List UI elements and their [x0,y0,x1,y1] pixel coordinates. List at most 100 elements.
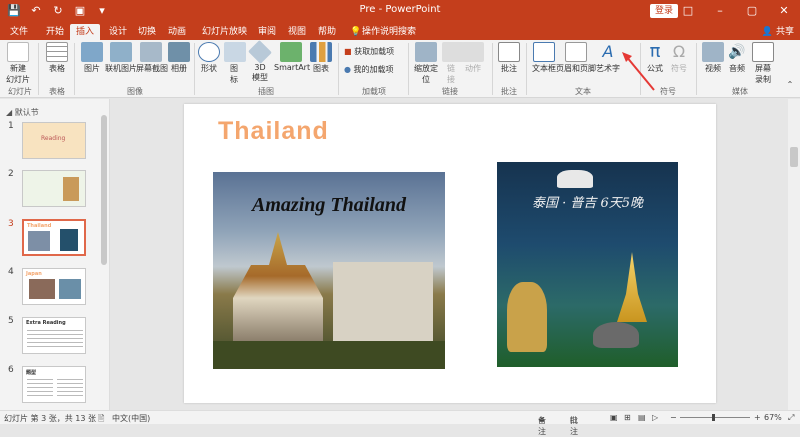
picture-button[interactable]: 图片 [80,42,104,74]
tab-slideshow[interactable]: 幻灯片放映 [196,24,253,40]
language-status[interactable]: 中文(中国) [112,413,150,424]
thumb-text-lines [27,377,53,399]
zoom-out-icon[interactable]: − [670,413,677,422]
smartart-icon [280,42,302,62]
symbol-button[interactable]: Ω 符号 [668,42,690,74]
slide-thumbnail-4[interactable]: Japan [22,268,86,305]
slide-counter: 幻灯片 第 3 张，共 13 张 [4,414,96,423]
zoom-in-icon[interactable]: + [754,413,761,422]
tab-home[interactable]: 开始 [40,24,70,40]
person-icon: 👤 [761,27,776,37]
smartart-button[interactable]: SmartArt [274,42,310,72]
table-button[interactable]: 表格 [44,42,70,74]
separator [526,43,527,95]
comment-button[interactable]: 批注 [498,42,520,74]
tab-help[interactable]: 帮助 [312,24,342,40]
textbox-button[interactable]: 文本框 [530,42,558,74]
slide-thumbnail-3[interactable]: Thailand [22,219,86,256]
slide-scrollbar[interactable] [788,99,800,410]
textbox-icon [533,42,555,62]
shapes-button[interactable]: 形状 [198,42,220,74]
get-addins-button[interactable]: ■ 获取加载项 [344,46,394,57]
normal-view-icon[interactable]: ▣ [610,413,618,422]
wordart-icon: A [602,42,614,61]
tab-animations[interactable]: 动画 [162,24,192,40]
separator [338,43,339,95]
tab-transitions[interactable]: 切换 [132,24,162,40]
link-icon [442,42,464,62]
slide-thumbnail-5[interactable]: Extra Reading [22,317,86,354]
video-icon [702,42,724,62]
poster-caption: 泰国 · 普吉 6天5晚 [531,196,644,211]
zoom-button[interactable]: 缩放定 位 [412,42,440,85]
zoom-level[interactable]: 67% [764,413,782,422]
group-label-illustrations: 插图 [258,87,274,96]
reading-view-icon[interactable]: ▤ [638,413,646,422]
wordart-button[interactable]: A 艺术字 [596,42,620,74]
chart-button[interactable]: 图表 [310,42,332,74]
chart-icon [310,42,332,62]
screen-recording-icon [752,42,774,62]
thumb-number: 3 [8,219,14,229]
ribbon: 新建 幻灯片 表格 图片 联机图片 屏幕截图 相册 形状 图 标 3D 模型 S… [0,40,800,98]
image-caption: Amazing Thailand [252,194,406,216]
slide-title[interactable]: Thailand [218,117,329,146]
store-icon: ■ [344,47,352,56]
thumb-number: 2 [8,169,14,179]
audio-button[interactable]: 🔊 音频 [726,42,748,74]
search-hint[interactable]: 操作说明搜索 [356,24,422,40]
zoom-slider[interactable] [680,417,750,418]
close-icon[interactable]: ✕ [768,0,800,22]
thumb-number: 5 [8,316,14,326]
maximize-icon[interactable]: ▢ [736,0,768,22]
icons-button[interactable]: 图 标 [224,42,246,85]
picture-icon [81,42,103,62]
share-button[interactable]: 👤 共享 [762,24,794,40]
tab-view[interactable]: 视图 [282,24,312,40]
fit-slide-icon[interactable]: ⤢ [788,413,794,423]
slide-thumbnail-6[interactable]: 题型 [22,366,86,403]
collapse-ribbon-icon[interactable]: ⌃ [784,80,796,89]
header-footer-button[interactable]: 页眉和页脚 [556,42,596,74]
tab-file[interactable]: 文件 [4,24,34,40]
slide-sorter-icon[interactable]: ⊞ [624,413,631,422]
scrollbar-thumb[interactable] [101,115,107,265]
zoom-slider-knob[interactable] [712,414,715,421]
screenshot-icon [140,42,162,62]
scrollbar-thumb[interactable] [790,147,798,167]
icons-icon [224,42,246,62]
new-slide-icon [7,42,29,62]
temple-image[interactable]: Amazing Thailand [213,172,445,369]
group-label-tables: 表格 [49,87,65,96]
tab-insert[interactable]: 插入 [70,24,101,40]
minimize-icon[interactable]: – [704,0,736,22]
video-button[interactable]: 视频 [702,42,724,74]
table-icon [46,42,68,62]
thumb-image [60,229,78,251]
screenshot-button[interactable]: 屏幕截图 [136,42,168,74]
album-button[interactable]: 相册 [168,42,190,74]
spellcheck-icon[interactable]: 🖹 [98,413,104,427]
pagoda-image [63,177,79,201]
my-addins-button[interactable]: ● 我的加载项 [344,64,394,75]
screen-recording-button[interactable]: 屏幕 录制 [752,42,774,85]
ribbon-display-icon[interactable]: □ [672,0,704,22]
new-slide-button[interactable]: 新建 幻灯片 [4,42,32,85]
golden-pagoda-shape [617,252,647,322]
slide-thumbnail-1[interactable]: Reading [22,122,86,159]
link-button[interactable]: 链 接 [442,42,464,85]
3d-models-button[interactable]: 3D 模型 [248,40,272,83]
omega-icon: Ω [672,42,686,61]
separator [696,43,697,95]
header-footer-icon [565,42,587,62]
online-picture-button[interactable]: 联机图片 [104,42,138,74]
current-slide[interactable]: Thailand Amazing Thailand 泰国 · 普吉 6天5晚 [184,104,716,403]
ribbon-tabs: 文件 开始 插入 设计 切换 动画 幻灯片放映 审阅 视图 帮助 💡 操作说明搜… [0,22,800,40]
slideshow-icon[interactable]: ▷ [652,413,658,422]
tab-design[interactable]: 设计 [103,24,133,40]
travel-poster-image[interactable]: 泰国 · 普吉 6天5晚 [497,162,678,367]
action-button[interactable]: 动作 [462,42,484,74]
tab-review[interactable]: 审阅 [252,24,282,40]
thumbnail-scrollbar[interactable] [100,99,108,410]
slide-thumbnail-2[interactable] [22,170,86,207]
